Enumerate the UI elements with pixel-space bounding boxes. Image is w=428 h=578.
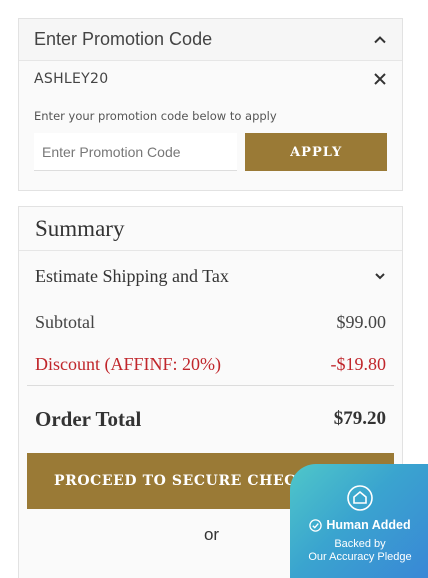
close-icon[interactable] xyxy=(373,72,387,86)
estimate-shipping-toggle[interactable]: Estimate Shipping and Tax xyxy=(19,251,402,301)
badge-subtext: Backed by Our Accuracy Pledge xyxy=(290,538,428,564)
promotion-panel: Enter Promotion Code ASHLEY20 Enter your… xyxy=(18,18,403,191)
promotion-title: Enter Promotion Code xyxy=(34,29,213,49)
chevron-down-icon[interactable] xyxy=(374,270,386,282)
order-total-label: Order Total xyxy=(35,406,142,431)
subtotal-row: Subtotal $99.00 xyxy=(19,301,402,343)
order-total-value: $79.20 xyxy=(333,408,386,429)
subtotal-value: $99.00 xyxy=(336,311,387,332)
order-total-row: Order Total $79.20 xyxy=(19,386,402,452)
discount-label: Discount (AFFINF: 20%) xyxy=(35,353,222,374)
badge-headline: Human Added xyxy=(326,518,411,532)
discount-value: -$19.80 xyxy=(330,353,387,374)
apply-button[interactable]: APPLY xyxy=(245,133,387,171)
accuracy-pledge-badge[interactable]: Human Added Backed by Our Accuracy Pledg… xyxy=(290,464,428,578)
applied-promo-row: ASHLEY20 xyxy=(19,61,402,97)
badge-line-1: Backed by xyxy=(334,538,386,550)
badge-headline-row: Human Added xyxy=(290,518,428,532)
shield-home-icon xyxy=(347,485,373,511)
badge-line-2: Our Accuracy Pledge xyxy=(308,551,412,563)
subtotal-label: Subtotal xyxy=(35,311,96,332)
promotion-code-input[interactable] xyxy=(34,133,238,171)
chevron-up-icon[interactable] xyxy=(373,33,387,47)
estimate-shipping-label: Estimate Shipping and Tax xyxy=(35,265,229,286)
promotion-help-text: Enter your promotion code below to apply xyxy=(34,109,277,123)
promotion-form: APPLY xyxy=(34,133,387,171)
promotion-header[interactable]: Enter Promotion Code xyxy=(19,19,402,61)
check-circle-icon xyxy=(309,518,323,532)
summary-title: Summary xyxy=(19,207,402,251)
discount-row: Discount (AFFINF: 20%) -$19.80 xyxy=(19,343,402,385)
applied-promo-code: ASHLEY20 xyxy=(34,71,109,87)
